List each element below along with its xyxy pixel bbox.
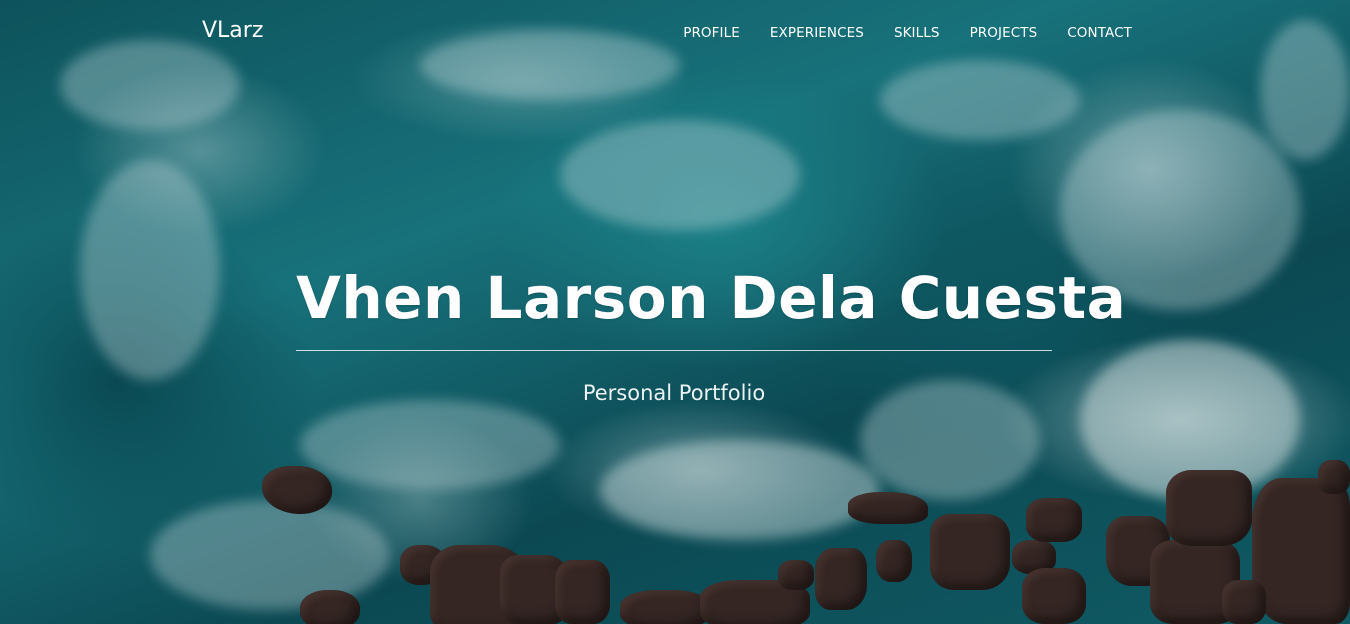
top-navbar: VLarz PROFILE EXPERIENCES SKILLS PROJECT… bbox=[0, 0, 1350, 64]
hero-content: Vhen Larson Dela Cuesta Personal Portfol… bbox=[296, 262, 1127, 408]
brand-logo-link[interactable]: VLarz bbox=[202, 16, 263, 46]
nav-link-experiences[interactable]: EXPERIENCES bbox=[770, 25, 864, 41]
nav-menu: PROFILE EXPERIENCES SKILLS PROJECTS CONT… bbox=[683, 22, 1132, 43]
hero-divider bbox=[296, 350, 1052, 351]
nav-item-skills: SKILLS bbox=[894, 22, 940, 43]
nav-item-projects: PROJECTS bbox=[970, 22, 1038, 43]
nav-item-contact: CONTACT bbox=[1067, 22, 1132, 43]
nav-link-skills[interactable]: SKILLS bbox=[894, 25, 940, 41]
nav-link-profile[interactable]: PROFILE bbox=[683, 25, 740, 41]
nav-link-projects[interactable]: PROJECTS bbox=[970, 25, 1038, 41]
hero-title: Vhen Larson Dela Cuesta bbox=[296, 264, 1127, 332]
nav-item-experiences: EXPERIENCES bbox=[770, 22, 864, 43]
nav-link-contact[interactable]: CONTACT bbox=[1067, 25, 1132, 41]
hero-subtitle: Personal Portfolio bbox=[582, 381, 766, 405]
nav-item-profile: PROFILE bbox=[683, 22, 740, 43]
hero-section: VLarz PROFILE EXPERIENCES SKILLS PROJECT… bbox=[0, 0, 1350, 624]
